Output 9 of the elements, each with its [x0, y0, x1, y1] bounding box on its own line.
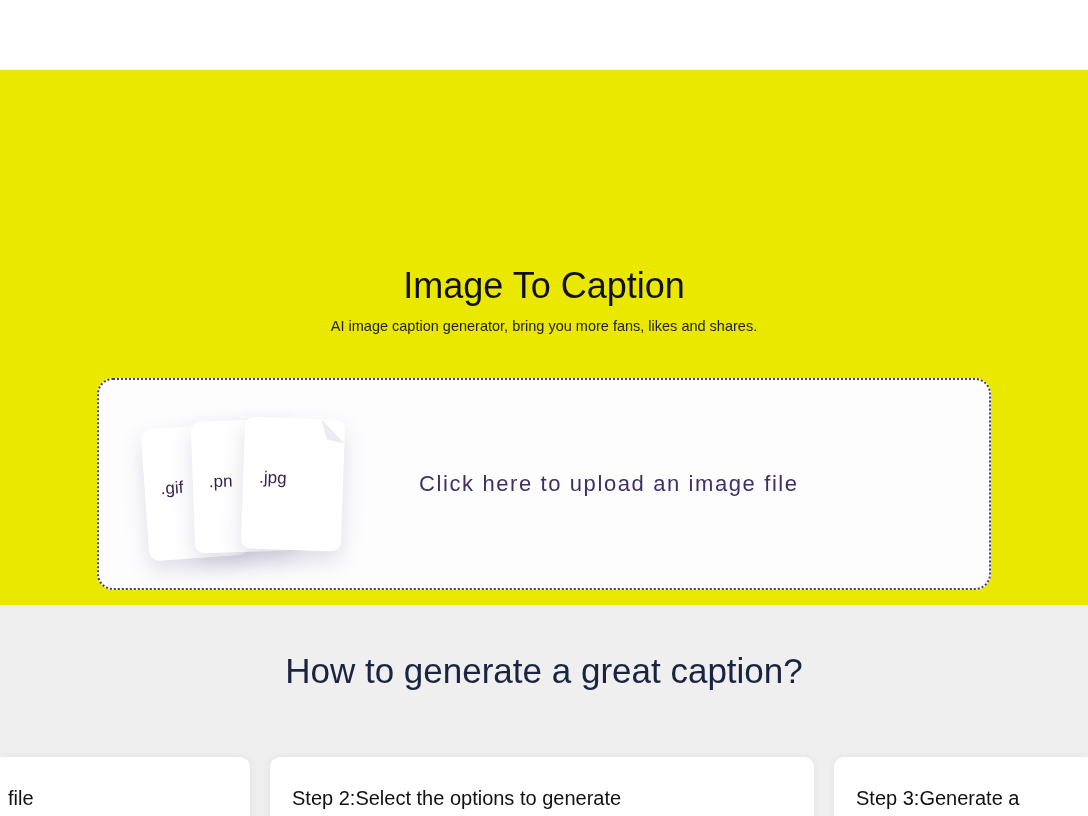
- step-text: Step 2:Select the options to generate: [292, 787, 622, 809]
- upload-prompt: Click here to upload an image file: [419, 471, 799, 497]
- file-icon: .jpg: [240, 416, 346, 552]
- upload-area[interactable]: .gif .pn .jpg Click here to upload an image file: [97, 378, 991, 590]
- step-text: Step 3:Generate a: [856, 787, 1020, 809]
- page-title: Image To Caption: [403, 264, 685, 308]
- page-subtitle: AI image caption generator, bring you more fans, likes and shares.: [330, 317, 758, 336]
- section-heading: How to generate a great caption?: [285, 650, 803, 692]
- step-text: file: [8, 787, 34, 809]
